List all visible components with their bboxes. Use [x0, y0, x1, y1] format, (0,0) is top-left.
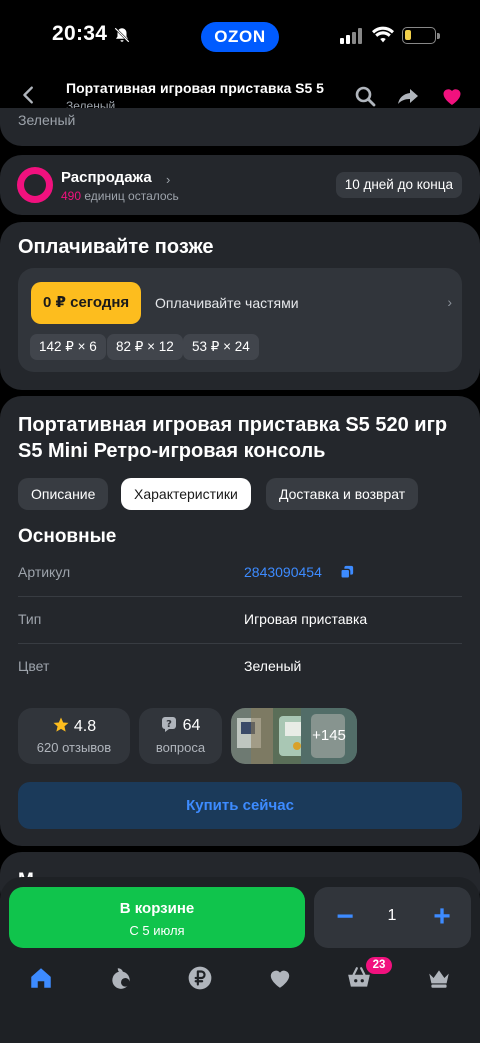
- delivery-date: С 5 июля: [129, 923, 185, 938]
- pay-today-button[interactable]: 0 ₽ сегодня: [31, 282, 142, 324]
- spec-row-article: Артикул 2843090454: [18, 550, 462, 597]
- sale-remaining: 490 единиц осталось: [61, 189, 179, 203]
- sale-ring-icon: [17, 167, 53, 203]
- decrease-quantity-button[interactable]: −: [332, 900, 358, 934]
- ozon-logo: OZON: [201, 22, 279, 52]
- spec-value: Игровая приставка: [244, 611, 368, 627]
- cart-count-badge: 23: [366, 957, 392, 974]
- more-photos-count: +145: [301, 708, 357, 764]
- in-cart-button[interactable]: В корзине С 5 июля: [9, 887, 305, 948]
- question-bubble-icon: ?: [161, 717, 176, 732]
- specs-section-title: Основные: [18, 526, 117, 547]
- home-icon[interactable]: [28, 965, 54, 991]
- variant-peek-text: Зеленый: [18, 112, 76, 128]
- sale-card[interactable]: Распродажа › 490 единиц осталось 10 дней…: [0, 155, 480, 215]
- header-title: Портативная игровая приставка S5 5: [66, 80, 324, 96]
- installment-chip-6[interactable]: 142 ₽ × 6: [30, 334, 106, 360]
- battery-icon: [402, 27, 440, 44]
- star-icon: [53, 717, 69, 732]
- favorites-icon[interactable]: [267, 965, 293, 991]
- sale-title: Распродажа: [61, 169, 152, 186]
- sale-days-badge: 10 дней до конца: [335, 172, 462, 198]
- pay-later-title: Оплачивайте позже: [18, 236, 214, 258]
- svg-text:?: ?: [166, 719, 172, 730]
- quantity-stepper: − 1 +: [314, 887, 471, 948]
- questions-count: 64: [182, 717, 201, 734]
- pay-later-card: Оплачивайте позже 0 ₽ сегодня Оплачивайт…: [0, 222, 480, 390]
- spec-row-color: Цвет Зеленый: [18, 644, 462, 691]
- article-number-link[interactable]: 2843090454: [244, 564, 322, 580]
- ruble-icon[interactable]: [187, 965, 213, 991]
- tab-description[interactable]: Описание: [18, 478, 109, 510]
- chevron-right-icon: ›: [447, 294, 452, 310]
- questions-value: ? 64: [139, 716, 222, 735]
- buy-now-button[interactable]: Купить сейчас: [18, 782, 462, 829]
- installment-box[interactable]: 0 ₽ сегодня Оплачивайте частями › 142 ₽ …: [18, 268, 462, 372]
- rating-value: 4.8: [18, 716, 130, 736]
- quantity-value: 1: [387, 907, 397, 924]
- variant-card: Зеленый: [0, 108, 480, 146]
- installment-chip-24[interactable]: 53 ₽ × 24: [183, 334, 259, 360]
- spec-key: Тип: [18, 611, 42, 627]
- cellular-signal-icon: [340, 28, 362, 44]
- status-time: 20:34: [52, 22, 108, 45]
- bottom-panel: В корзине С 5 июля − 1 + 23: [0, 877, 480, 1043]
- favorite-heart-icon[interactable]: [440, 84, 464, 108]
- profile-icon[interactable]: [426, 965, 452, 991]
- share-icon[interactable]: [396, 84, 420, 108]
- installment-chip-12[interactable]: 82 ₽ × 12: [107, 334, 183, 360]
- spec-key: Артикул: [18, 564, 71, 580]
- tab-delivery-returns[interactable]: Доставка и возврат: [266, 478, 419, 510]
- spec-value: Зеленый: [244, 658, 302, 674]
- in-cart-label: В корзине: [119, 900, 195, 917]
- fresh-icon[interactable]: [108, 965, 134, 991]
- bell-muted-icon: [114, 27, 130, 43]
- questions-button[interactable]: ? 64 вопроса: [139, 708, 222, 764]
- search-icon[interactable]: [353, 84, 377, 108]
- sale-remaining-count: 490: [61, 189, 82, 203]
- product-details-card: Портативная игровая приставка S5 520 игр…: [0, 396, 480, 846]
- pay-parts-label: Оплачивайте частями: [155, 295, 299, 311]
- customer-photos[interactable]: +145: [231, 708, 357, 764]
- increase-quantity-button[interactable]: +: [429, 900, 455, 934]
- rating-button[interactable]: 4.8 620 отзывов: [18, 708, 130, 764]
- sale-remaining-text: единиц осталось: [84, 189, 179, 203]
- chevron-right-icon: ›: [166, 172, 171, 187]
- spec-key: Цвет: [18, 658, 50, 674]
- tab-characteristics[interactable]: Характеристики: [121, 478, 251, 510]
- wifi-icon: [372, 26, 394, 43]
- copy-icon[interactable]: [340, 565, 354, 579]
- spec-row-type: Тип Игровая приставка: [18, 597, 462, 644]
- reviews-count: 620 отзывов: [36, 740, 112, 755]
- product-title: Портативная игровая приставка S5 520 игр…: [18, 414, 448, 462]
- back-arrow-icon[interactable]: [18, 84, 40, 106]
- status-bar: 20:34 OZON: [0, 0, 480, 72]
- rating-number: 4.8: [73, 718, 97, 735]
- questions-label: вопроса: [155, 740, 206, 755]
